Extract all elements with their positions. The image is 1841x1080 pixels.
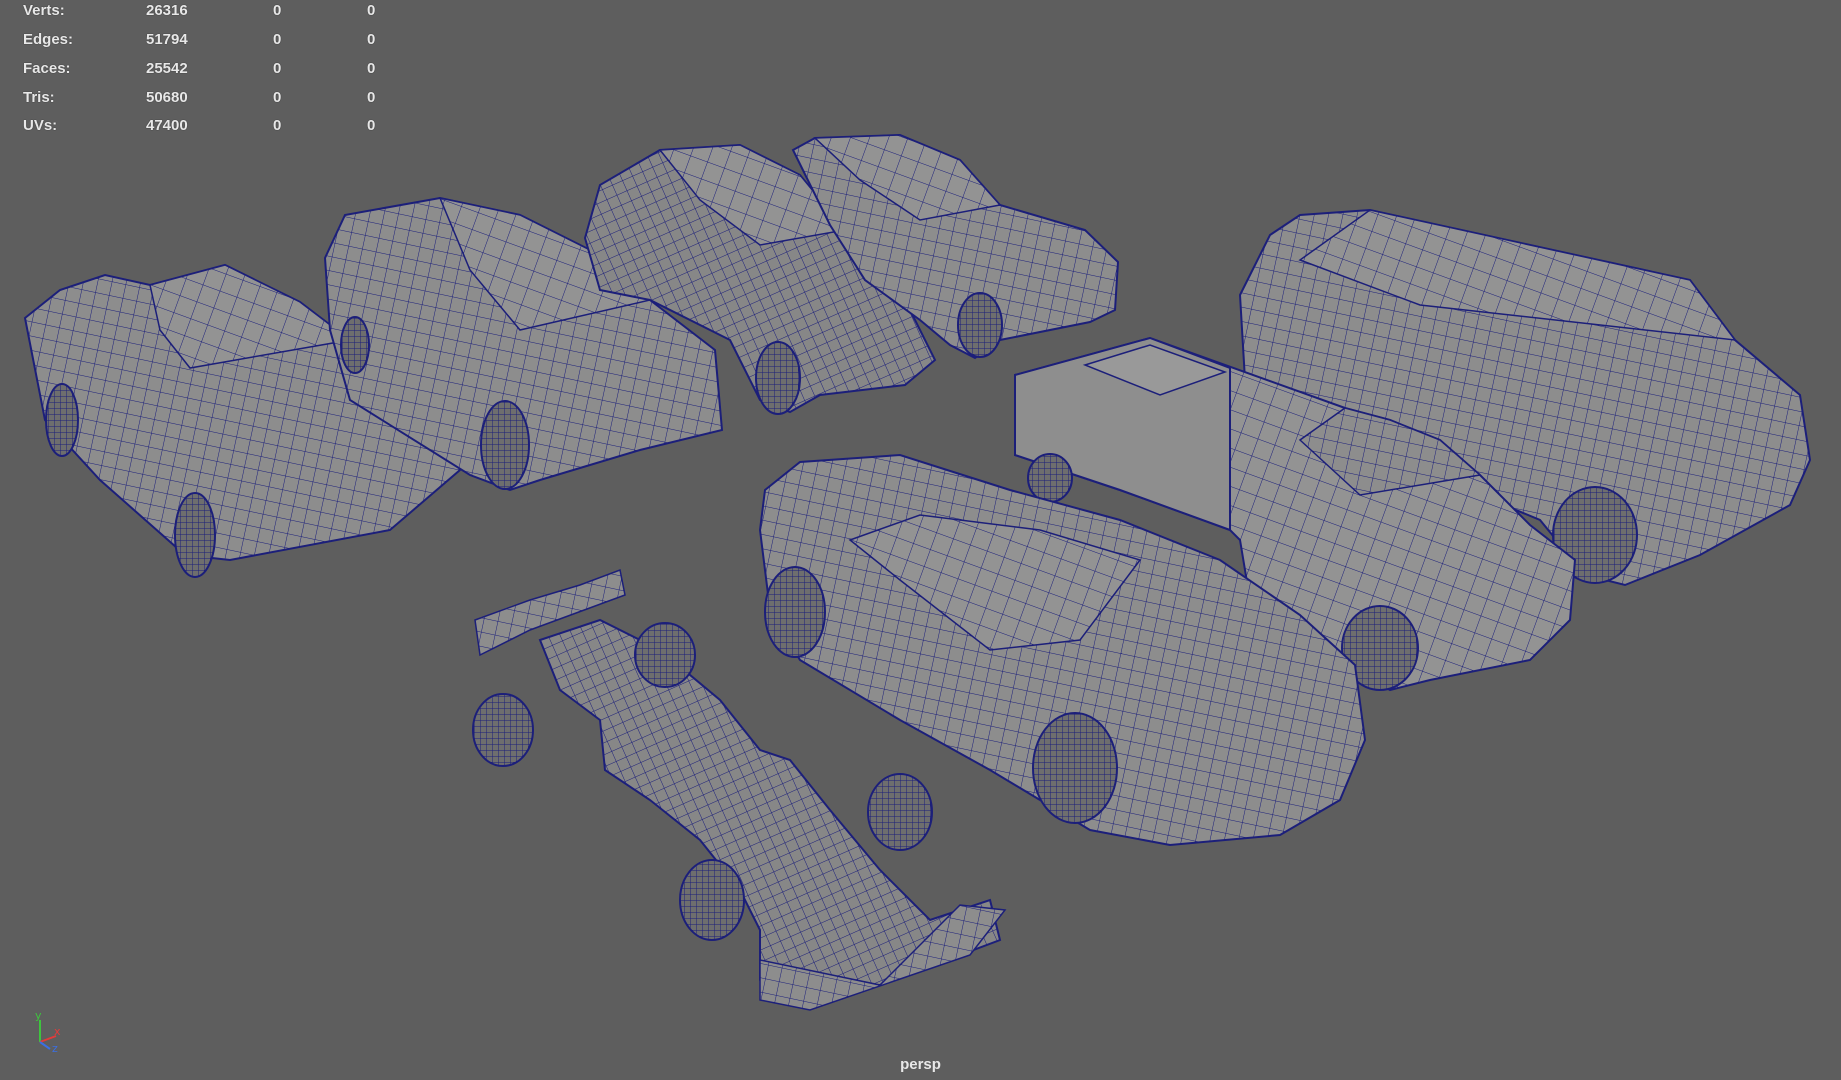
hud-value: 0 [273,117,282,134]
hud-label: Edges: [23,31,74,48]
hud-value: 0 [367,89,376,106]
hud-row-faces: Faces: 25542 0 0 [0,60,400,80]
hud-value: 0 [367,60,376,77]
hud-row-edges: Edges: 51794 0 0 [0,31,400,51]
hud-value: 51794 [146,31,188,48]
3d-viewport[interactable]: Verts: 26316 0 0 Edges: 51794 0 0 Faces:… [0,0,1841,1080]
hud-row-uvs: UVs: 47400 0 0 [0,117,400,137]
hud-label: Faces: [23,60,71,77]
hud-label: Verts: [23,2,65,19]
hud-value: 0 [273,2,282,19]
scene-canvas[interactable] [0,0,1841,1080]
axis-gizmo-icon: y x z [35,1012,61,1052]
hud-value: 0 [367,117,376,134]
hud-value: 26316 [146,2,188,19]
camera-name-label: persp [900,1056,941,1073]
hud-label: UVs: [23,117,58,134]
hud-row-tris: Tris: 50680 0 0 [0,89,400,109]
hud-value: 25542 [146,60,188,77]
axis-x-label: x [54,1025,61,1038]
hud-label: Tris: [23,89,55,106]
hud-value: 0 [367,2,376,19]
axis-z-label: z [52,1042,58,1052]
hud-value: 0 [273,31,282,48]
hud-row-verts: Verts: 26316 0 0 [0,2,400,22]
hud-value: 50680 [146,89,188,106]
hud-value: 0 [367,31,376,48]
hud-value: 0 [273,60,282,77]
hud-value: 0 [273,89,282,106]
axis-y-label: y [35,1012,42,1022]
hud-value: 47400 [146,117,188,134]
